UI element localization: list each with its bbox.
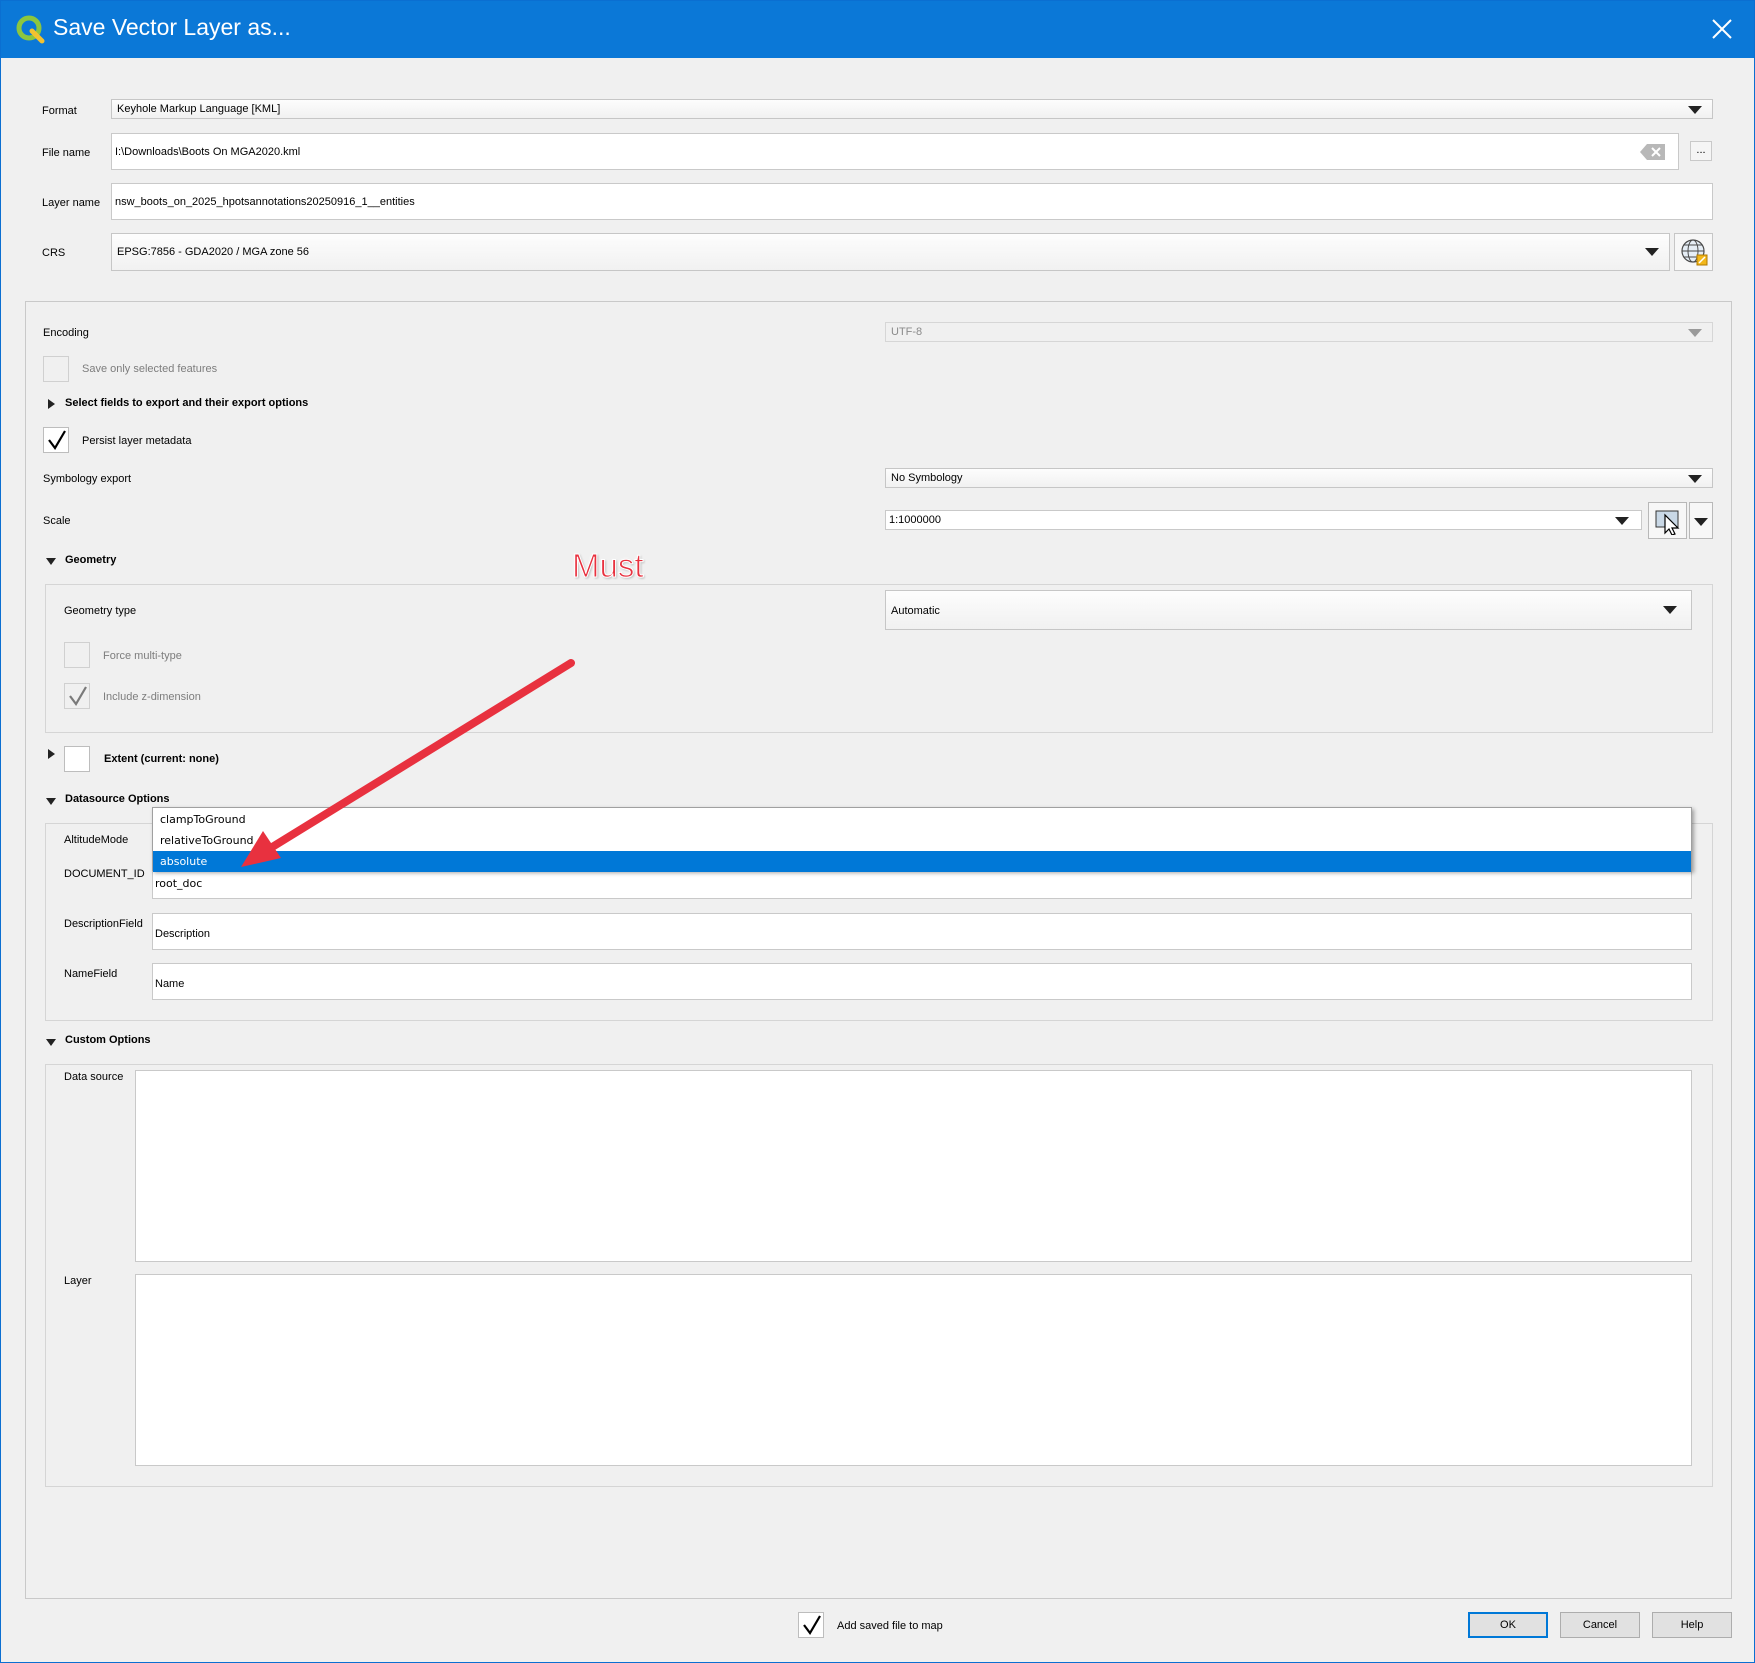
title-bar: Save Vector Layer as... [1, 1, 1754, 58]
extent-checkbox[interactable] [64, 746, 90, 772]
chevron-down-icon [1688, 475, 1702, 483]
format-value: Keyhole Markup Language [KML] [117, 103, 281, 115]
close-icon [1712, 19, 1732, 39]
scale-label: Scale [43, 515, 71, 527]
checkmark-icon [48, 430, 66, 450]
data-source-textarea[interactable] [135, 1070, 1692, 1262]
format-label: Format [42, 105, 77, 117]
persist-metadata-label: Persist layer metadata [82, 435, 192, 447]
description-field-input[interactable]: Description [152, 913, 1692, 950]
encoding-combo[interactable]: UTF-8 [885, 322, 1713, 342]
checkmark-icon [69, 686, 87, 706]
crs-select-button[interactable] [1674, 233, 1713, 271]
geometry-type-value: Automatic [891, 605, 940, 617]
data-source-label: Data source [64, 1071, 124, 1083]
crs-label: CRS [42, 247, 66, 259]
document-id-label: DOCUMENT_ID [64, 868, 145, 880]
chevron-down-icon [1688, 106, 1702, 114]
close-button[interactable] [1690, 1, 1754, 58]
browse-button[interactable]: ... [1690, 141, 1712, 161]
expand-arrow-icon[interactable] [48, 749, 55, 759]
altitude-option-relative-to-ground[interactable]: relativeToGround [153, 830, 1691, 851]
select-fields-header[interactable]: Select fields to export and their export… [65, 397, 308, 409]
encoding-label: Encoding [43, 327, 89, 339]
collapse-arrow-icon[interactable] [46, 798, 56, 805]
include-z-checkbox[interactable] [64, 683, 90, 709]
scale-from-map-button[interactable] [1648, 502, 1687, 539]
globe-icon [1681, 239, 1708, 266]
help-button[interactable]: Help [1652, 1612, 1732, 1638]
clear-input-icon[interactable] [1640, 143, 1666, 161]
layer-name-label: Layer name [42, 197, 101, 209]
geometry-header[interactable]: Geometry [65, 554, 116, 566]
name-field-input[interactable]: Name [152, 963, 1692, 1000]
symbology-export-value: No Symbology [891, 472, 963, 484]
force-multi-type-label: Force multi-type [103, 650, 182, 662]
crs-combo[interactable]: EPSG:7856 - GDA2020 / MGA zone 56 [111, 233, 1670, 271]
scale-value: 1:1000000 [889, 514, 941, 526]
window-title: Save Vector Layer as... [53, 14, 291, 40]
format-combo[interactable]: Keyhole Markup Language [KML] [111, 99, 1713, 119]
symbology-export-combo[interactable]: No Symbology [885, 468, 1713, 488]
include-z-label: Include z-dimension [103, 691, 201, 703]
chevron-down-icon [1694, 518, 1708, 526]
collapse-arrow-icon[interactable] [46, 1039, 56, 1046]
encoding-value: UTF-8 [891, 326, 923, 338]
collapse-arrow-icon[interactable] [46, 558, 56, 565]
scale-menu-button[interactable] [1689, 502, 1713, 539]
ok-button[interactable]: OK [1468, 1612, 1548, 1638]
altitude-mode-label: AltitudeMode [64, 834, 129, 846]
datasource-options-header[interactable]: Datasource Options [65, 793, 170, 805]
layer-name-value: nsw_boots_on_2025_hpotsannotations202509… [115, 196, 415, 208]
qgis-logo-icon [16, 15, 45, 44]
chevron-down-icon [1663, 606, 1677, 614]
save-only-selected-label: Save only selected features [82, 363, 218, 375]
checkmark-icon [803, 1615, 821, 1635]
force-multi-type-checkbox[interactable] [64, 642, 90, 668]
expand-arrow-icon[interactable] [48, 399, 55, 409]
description-field-value: Description [155, 928, 211, 940]
layer-label: Layer [64, 1275, 92, 1287]
altitude-mode-dropdown-list[interactable]: clampToGround relativeToGround absolute [152, 807, 1692, 872]
chevron-down-icon [1645, 248, 1659, 256]
geometry-type-label: Geometry type [64, 605, 137, 617]
persist-metadata-checkbox[interactable] [43, 427, 69, 453]
file-name-label: File name [42, 147, 91, 159]
extent-header[interactable]: Extent (current: none) [104, 753, 219, 765]
altitude-option-absolute[interactable]: absolute [153, 851, 1691, 872]
map-cursor-icon [1655, 510, 1680, 535]
chevron-down-icon[interactable] [1615, 517, 1629, 525]
geometry-type-combo[interactable]: Automatic [885, 590, 1692, 630]
altitude-option-clamp-to-ground[interactable]: clampToGround [153, 809, 1691, 830]
crs-value: EPSG:7856 - GDA2020 / MGA zone 56 [117, 246, 309, 258]
cancel-button[interactable]: Cancel [1560, 1612, 1640, 1638]
name-field-value: Name [155, 978, 185, 990]
layer-name-input[interactable]: nsw_boots_on_2025_hpotsannotations202509… [111, 183, 1713, 220]
file-name-value: I:\Downloads\Boots On MGA2020.kml [115, 146, 301, 158]
scale-input[interactable]: 1:1000000 [885, 510, 1642, 530]
symbology-export-label: Symbology export [43, 473, 132, 485]
layer-textarea[interactable] [135, 1274, 1692, 1466]
chevron-down-icon [1688, 329, 1702, 337]
document-id-value: root_doc [155, 877, 203, 890]
annotation-text: Must [572, 547, 645, 585]
add-saved-file-label: Add saved file to map [837, 1620, 943, 1632]
description-field-label: DescriptionField [64, 918, 143, 930]
name-field-label: NameField [64, 968, 118, 980]
add-saved-file-checkbox[interactable] [798, 1612, 824, 1638]
save-only-selected-checkbox[interactable] [43, 356, 69, 382]
save-vector-layer-dialog: Save Vector Layer as... Format Keyhole M… [0, 0, 1755, 1663]
custom-options-header[interactable]: Custom Options [65, 1034, 151, 1046]
file-name-input[interactable]: I:\Downloads\Boots On MGA2020.kml [111, 133, 1679, 170]
